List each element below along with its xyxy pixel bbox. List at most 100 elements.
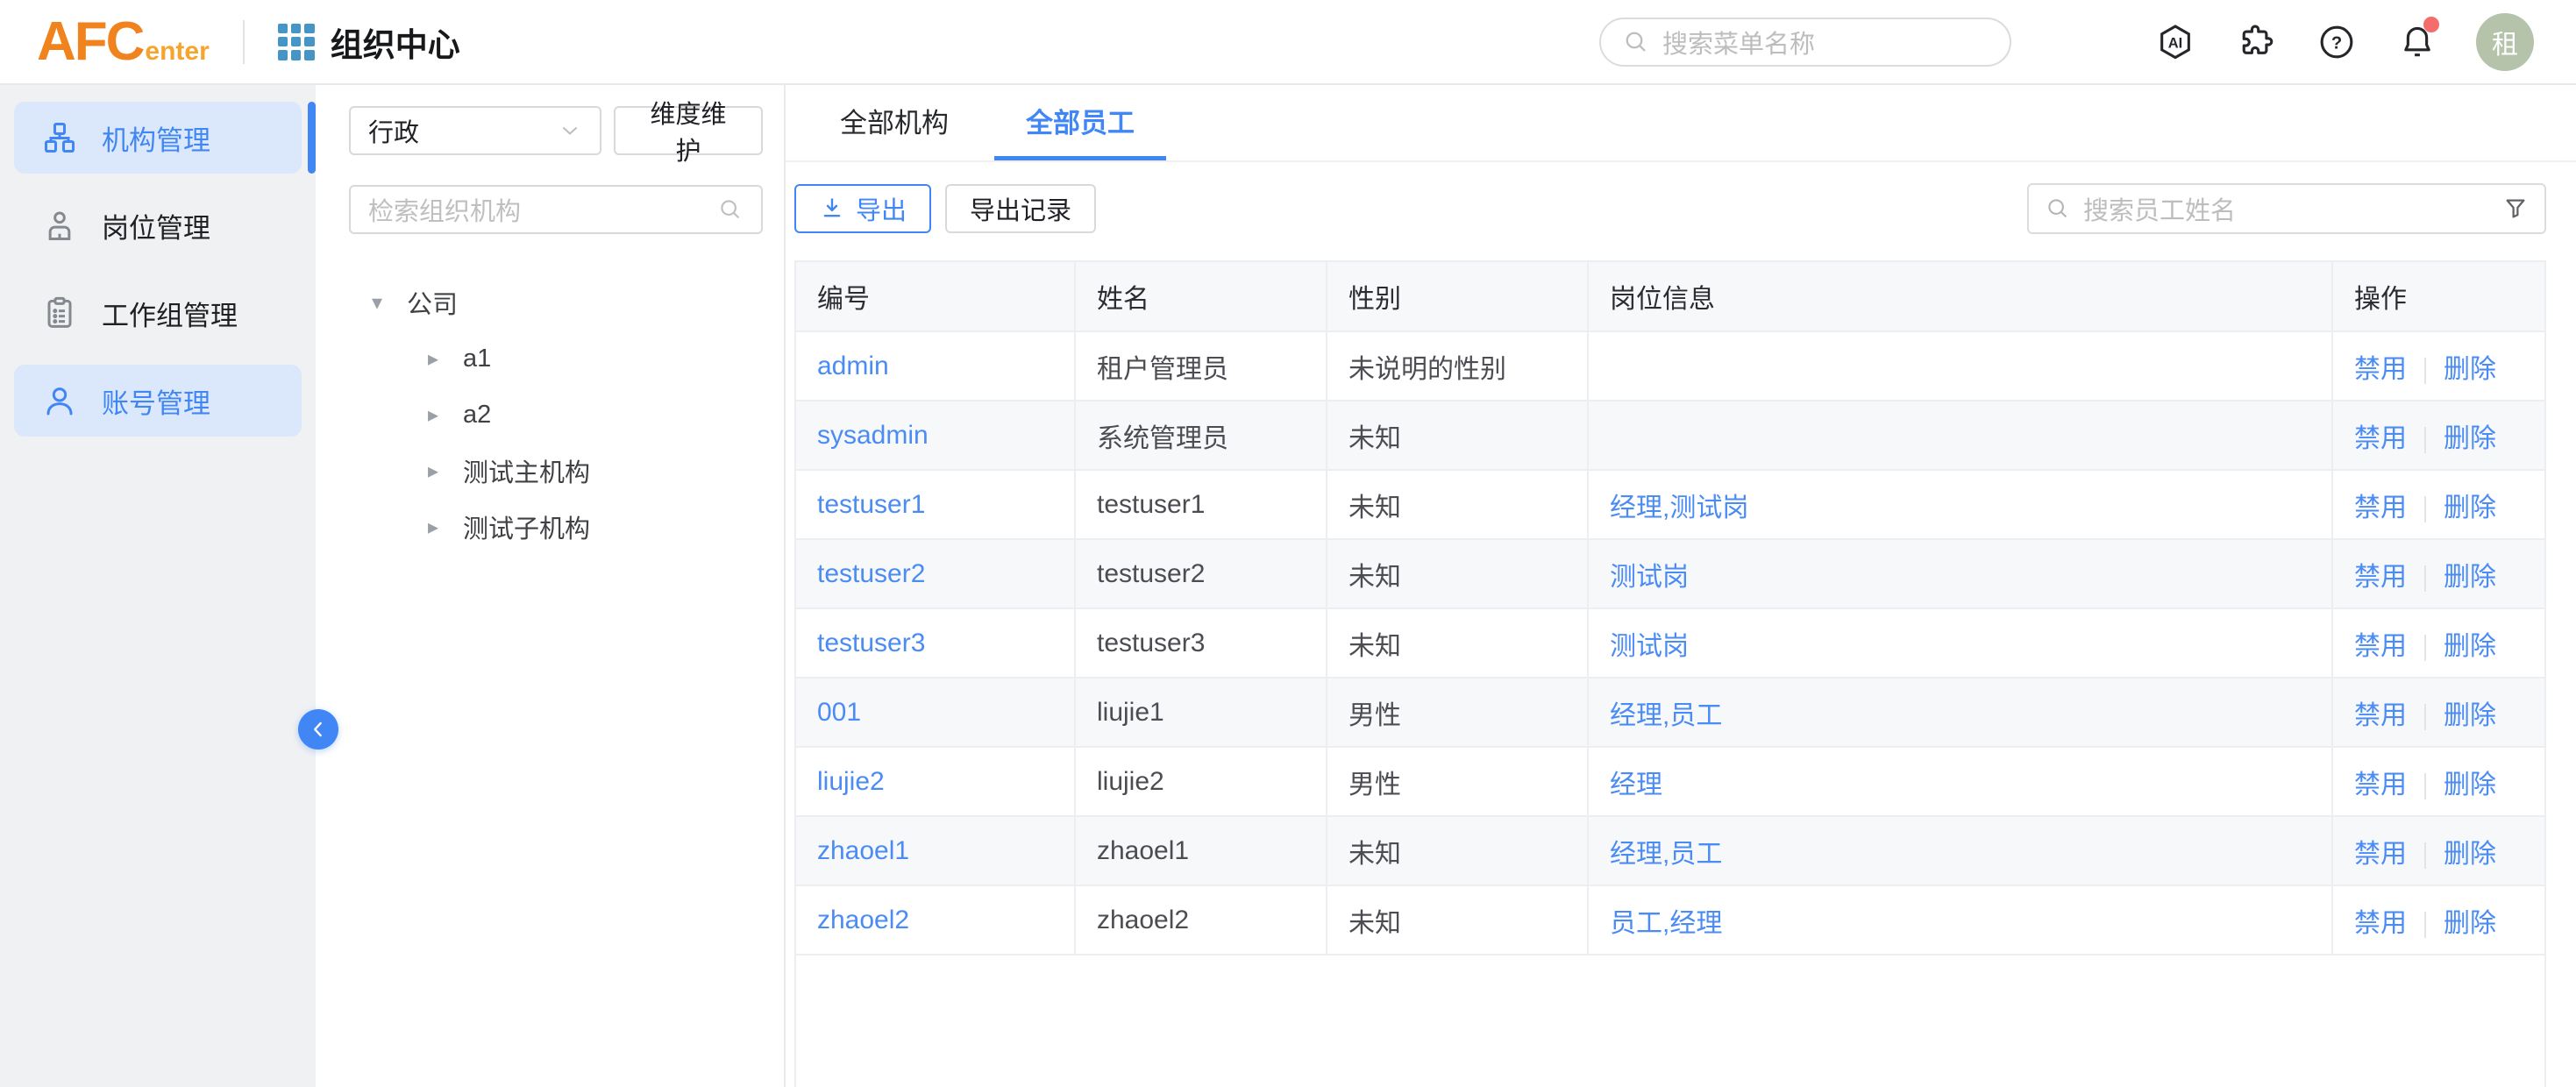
table-toolbar: 导出 导出记录 搜索员工姓名 [786,162,2576,260]
notifications-icon[interactable] [2397,22,2437,62]
employee-id-link[interactable]: testuser3 [817,629,925,657]
caret-right-icon[interactable]: ▸ [428,402,463,428]
delete-button[interactable]: 删除 [2444,494,2496,522]
column-header-id: 编号 [796,261,1075,331]
employee-positions-cell: 经理 [1588,747,2332,816]
page-title: 组织中心 [331,18,460,66]
employee-positions-link[interactable]: 员工,经理 [1610,909,1722,938]
user-avatar[interactable]: 租 [2476,13,2534,71]
row-actions-cell: 禁用 删除 [2332,885,2544,955]
tree-node-child[interactable]: ▸a2 [349,387,763,443]
employee-id-cell: admin [796,331,1075,401]
employee-id-link[interactable]: liujie2 [817,767,885,796]
disable-button[interactable]: 禁用 [2354,909,2407,938]
tree-node-root[interactable]: ▾ 公司 [349,274,763,330]
apps-grid-icon[interactable] [278,24,315,60]
notification-dot [2423,17,2439,32]
disable-button[interactable]: 禁用 [2354,771,2407,799]
action-divider [2424,358,2426,384]
employee-positions-link[interactable]: 经理 [1610,771,1662,799]
dimension-select[interactable]: 行政 [349,106,601,155]
export-button[interactable]: 导出 [794,184,931,233]
table-row: zhaoel1zhaoel1未知经理,员工禁用删除 [796,816,2544,885]
disable-button[interactable]: 禁用 [2354,424,2407,453]
employee-positions-cell: 经理,测试岗 [1588,470,2332,539]
disable-button[interactable]: 禁用 [2354,840,2407,869]
afc-logo[interactable]: AFC enter [37,15,210,69]
search-icon [717,196,744,223]
dimension-maintain-button[interactable]: 维度维护 [614,106,763,155]
employee-id-cell: testuser2 [796,539,1075,608]
employee-id-link[interactable]: 001 [817,698,861,727]
sidebar-item-org-management[interactable]: 机构管理 [14,102,302,174]
tree-node-child[interactable]: ▸a1 [349,330,763,387]
delete-button[interactable]: 删除 [2444,771,2496,799]
tree-node-label: a2 [463,401,491,430]
export-records-button[interactable]: 导出记录 [945,184,1096,233]
employee-gender-cell: 男性 [1327,678,1588,747]
sidebar-item-account-management[interactable]: 账号管理 [14,365,302,437]
plugin-icon[interactable] [2236,22,2276,62]
employee-name-cell: liujie2 [1075,747,1327,816]
delete-button[interactable]: 删除 [2444,563,2496,592]
disable-button[interactable]: 禁用 [2354,632,2407,661]
app-header: AFC enter 组织中心 搜索菜单名称 AI [0,0,2576,85]
action-divider [2424,496,2426,522]
disable-button[interactable]: 禁用 [2354,494,2407,522]
logo-text-main: AFC [37,15,143,69]
tab-all-employees[interactable]: 全部员工 [994,85,1166,160]
tab-all-organizations[interactable]: 全部机构 [808,85,980,160]
employee-id-link[interactable]: zhaoel1 [817,836,909,865]
search-icon [1622,28,1650,56]
filter-icon[interactable] [2502,195,2529,222]
sidebar-item-position-management[interactable]: 岗位管理 [14,189,302,261]
employee-positions-link[interactable]: 测试岗 [1610,563,1689,592]
delete-button[interactable]: 删除 [2444,424,2496,453]
disable-button[interactable]: 禁用 [2354,563,2407,592]
org-tree: ▾ 公司 ▸a1▸a2▸测试主机构▸测试子机构 [349,274,763,555]
caret-right-icon[interactable]: ▸ [428,346,463,372]
help-icon[interactable]: ? [2316,22,2357,62]
tree-node-child[interactable]: ▸测试子机构 [349,499,763,555]
disable-button[interactable]: 禁用 [2354,701,2407,730]
employee-positions-link[interactable]: 经理,员工 [1610,840,1722,869]
sidebar-item-label: 机构管理 [102,118,210,158]
employee-name-cell: 系统管理员 [1075,401,1327,470]
delete-button[interactable]: 删除 [2444,701,2496,730]
collapse-panel-button[interactable] [298,709,338,750]
disable-button[interactable]: 禁用 [2354,355,2407,384]
menu-search-input[interactable]: 搜索菜单名称 [1599,18,2011,67]
sidebar-item-label: 岗位管理 [102,206,210,245]
employee-gender-cell: 未说明的性别 [1327,331,1588,401]
tree-node-label: 测试主机构 [463,452,590,489]
employee-positions-cell: 测试岗 [1588,539,2332,608]
download-icon [819,195,845,222]
tree-node-child[interactable]: ▸测试主机构 [349,443,763,499]
employee-search-placeholder: 搜索员工姓名 [2083,190,2502,227]
caret-down-icon[interactable]: ▾ [372,290,407,316]
employee-id-link[interactable]: zhaoel2 [817,906,909,934]
employee-id-link[interactable]: admin [817,352,889,380]
employee-id-cell: zhaoel2 [796,885,1075,955]
employee-name-cell: zhaoel1 [1075,816,1327,885]
caret-right-icon[interactable]: ▸ [428,515,463,540]
employee-positions-link[interactable]: 经理,员工 [1610,701,1722,730]
delete-button[interactable]: 删除 [2444,355,2496,384]
ai-assistant-icon[interactable]: AI [2155,22,2195,62]
employee-positions-link[interactable]: 经理,测试岗 [1610,494,1748,522]
delete-button[interactable]: 删除 [2444,632,2496,661]
caret-right-icon[interactable]: ▸ [428,458,463,484]
employee-name-cell: 租户管理员 [1075,331,1327,401]
employee-gender-cell: 未知 [1327,539,1588,608]
employee-id-link[interactable]: sysadmin [817,421,929,450]
employee-id-link[interactable]: testuser2 [817,559,925,588]
employee-name-cell: testuser1 [1075,470,1327,539]
action-divider [2424,635,2426,661]
employee-id-link[interactable]: testuser1 [817,490,925,519]
sidebar-item-workgroup-management[interactable]: 工作组管理 [14,277,302,349]
delete-button[interactable]: 删除 [2444,909,2496,938]
employee-search-input[interactable]: 搜索员工姓名 [2027,183,2546,234]
employee-positions-link[interactable]: 测试岗 [1610,632,1689,661]
org-search-input[interactable]: 检索组织机构 [349,185,763,234]
delete-button[interactable]: 删除 [2444,840,2496,869]
